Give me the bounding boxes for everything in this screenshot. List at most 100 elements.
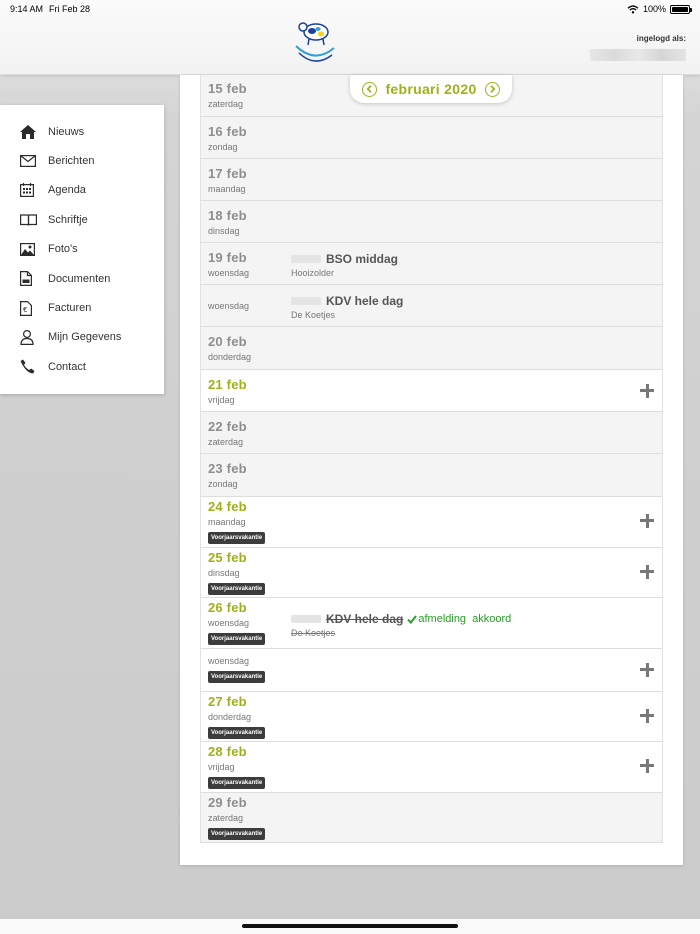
sidebar-item-schriftje[interactable]: Schriftje (0, 205, 164, 234)
holiday-badge: Voorjaarsvakantie (208, 583, 266, 595)
invoice-icon: € (20, 299, 39, 317)
add-button[interactable] (640, 709, 654, 723)
calendar-icon (20, 181, 39, 199)
event-item[interactable]: KDV hele dag De Koetjes (291, 294, 403, 320)
day-date: 27 feb (208, 694, 247, 709)
status-date: Fri Feb 28 (49, 4, 91, 14)
sidebar-item-mijn-gegevens[interactable]: Mijn Gegevens (0, 323, 164, 352)
day-weekday: zondag (208, 142, 238, 152)
sidebar-item-label: Foto's (48, 243, 78, 256)
day-weekday: woensdag (208, 301, 250, 311)
day-row: 18 feb dinsdag (201, 201, 662, 243)
username-redacted (590, 49, 686, 61)
day-row: 22 feb zaterdag (201, 412, 662, 454)
svg-text:€: € (23, 306, 27, 314)
day-weekday: vrijdag (208, 395, 235, 405)
day-date: 20 feb (208, 334, 247, 349)
day-weekday: zondag (208, 479, 238, 489)
day-date: 15 feb (208, 81, 247, 96)
day-row: 20 feb donderdag (201, 327, 662, 370)
event-title: BSO middag (326, 252, 399, 266)
add-button[interactable] (640, 384, 654, 398)
sidebar-item-label: Berichten (48, 155, 95, 168)
child-name-redacted (291, 297, 321, 305)
sidebar-item-contact[interactable]: Contact (0, 352, 164, 381)
document-icon (20, 270, 39, 288)
sidebar-item-facturen[interactable]: € Facturen (0, 293, 164, 322)
day-row: 21 feb vrijdag (201, 370, 662, 412)
cancellation-status: afmelding akkoord (407, 613, 511, 625)
sidebar-item-nieuws[interactable]: Nieuws (0, 117, 164, 146)
add-button[interactable] (640, 514, 654, 528)
day-weekday: maandag (208, 517, 246, 527)
day-row: 16 feb zondag (201, 117, 662, 159)
day-weekday: zaterdag (208, 437, 244, 447)
add-button[interactable] (640, 759, 654, 773)
holiday-badge: Voorjaarsvakantie (208, 671, 266, 683)
home-icon (20, 123, 39, 141)
day-weekday: woensdag (208, 656, 250, 666)
day-date: 26 feb (208, 600, 247, 615)
previous-month-button[interactable] (362, 81, 378, 97)
chevron-left-icon (366, 85, 373, 93)
sidebar-item-label: Nieuws (48, 125, 85, 138)
day-date: 29 feb (208, 795, 247, 810)
sidebar-item-label: Agenda (48, 184, 86, 197)
day-date: 22 feb (208, 419, 247, 434)
day-date: 21 feb (208, 377, 247, 392)
day-weekday: dinsdag (208, 568, 240, 578)
sidebar-item-fotos[interactable]: Foto's (0, 235, 164, 264)
add-button[interactable] (640, 663, 654, 677)
day-date: 18 feb (208, 208, 247, 223)
day-row: 17 feb maandag (201, 159, 662, 201)
status-bar: 9:14 AM Fri Feb 28 100% (0, 0, 700, 18)
chevron-right-icon (489, 85, 496, 93)
child-name-redacted (291, 255, 321, 263)
month-navigator: februari 2020 (350, 75, 512, 103)
day-list: 15 feb zaterdag 16 feb zondag 17 feb maa… (200, 75, 663, 843)
current-month: februari 2020 (385, 81, 477, 97)
image-icon (20, 240, 39, 258)
day-weekday: zaterdag (208, 813, 244, 823)
day-date: 25 feb (208, 550, 247, 565)
day-weekday: maandag (208, 184, 246, 194)
add-button[interactable] (640, 565, 654, 579)
logged-in-label: ingelogd als: (636, 34, 686, 43)
status-time: 9:14 AM (10, 4, 44, 14)
sidebar-item-documenten[interactable]: Documenten (0, 264, 164, 293)
sidebar-item-label: Contact (48, 360, 86, 373)
sidebar-item-agenda[interactable]: Agenda (0, 176, 164, 205)
event-item[interactable]: BSO middag Hooizolder (291, 252, 398, 278)
day-date: 19 feb (208, 250, 247, 265)
envelope-icon (20, 152, 39, 170)
day-row: 27 feb donderdag Voorjaarsvakantie (201, 692, 662, 742)
day-row: 29 feb zaterdag Voorjaarsvakantie (201, 793, 662, 843)
day-weekday: donderdag (208, 712, 252, 722)
sidebar-item-berichten[interactable]: Berichten (0, 146, 164, 175)
day-row: 26 feb woensdag Voorjaarsvakantie KDV he… (201, 598, 662, 649)
day-row: 24 feb maandag Voorjaarsvakantie (201, 497, 662, 548)
holiday-badge: Voorjaarsvakantie (208, 777, 266, 789)
sidebar-item-label: Mijn Gegevens (48, 331, 122, 344)
day-date: 28 feb (208, 744, 247, 759)
day-weekday: woensdag (208, 618, 250, 628)
event-item[interactable]: KDV hele dag afmelding akkoord De Koetje… (291, 612, 511, 638)
sidebar-item-label: Schriftje (48, 213, 88, 226)
agenda-panel: 15 feb zaterdag 16 feb zondag 17 feb maa… (180, 75, 683, 865)
day-date: 23 feb (208, 461, 247, 476)
event-location: De Koetjes (291, 310, 336, 320)
next-month-button[interactable] (484, 81, 500, 97)
holiday-badge: Voorjaarsvakantie (208, 532, 266, 544)
day-row: woensdag KDV hele dag De Koetjes (201, 285, 662, 327)
logo (295, 22, 335, 62)
phone-icon (20, 358, 39, 376)
battery-percentage: 100% (642, 4, 666, 14)
logged-in-info: ingelogd als: (590, 34, 686, 61)
day-row: woensdag Voorjaarsvakantie (201, 649, 662, 692)
home-indicator[interactable] (242, 924, 458, 928)
wifi-icon (627, 4, 639, 13)
day-date: 24 feb (208, 499, 247, 514)
sidebar-menu: Nieuws Berichten Agenda Schriftje Foto's… (0, 105, 164, 394)
day-row: 25 feb dinsdag Voorjaarsvakantie (201, 548, 662, 598)
day-weekday: donderdag (208, 352, 252, 362)
